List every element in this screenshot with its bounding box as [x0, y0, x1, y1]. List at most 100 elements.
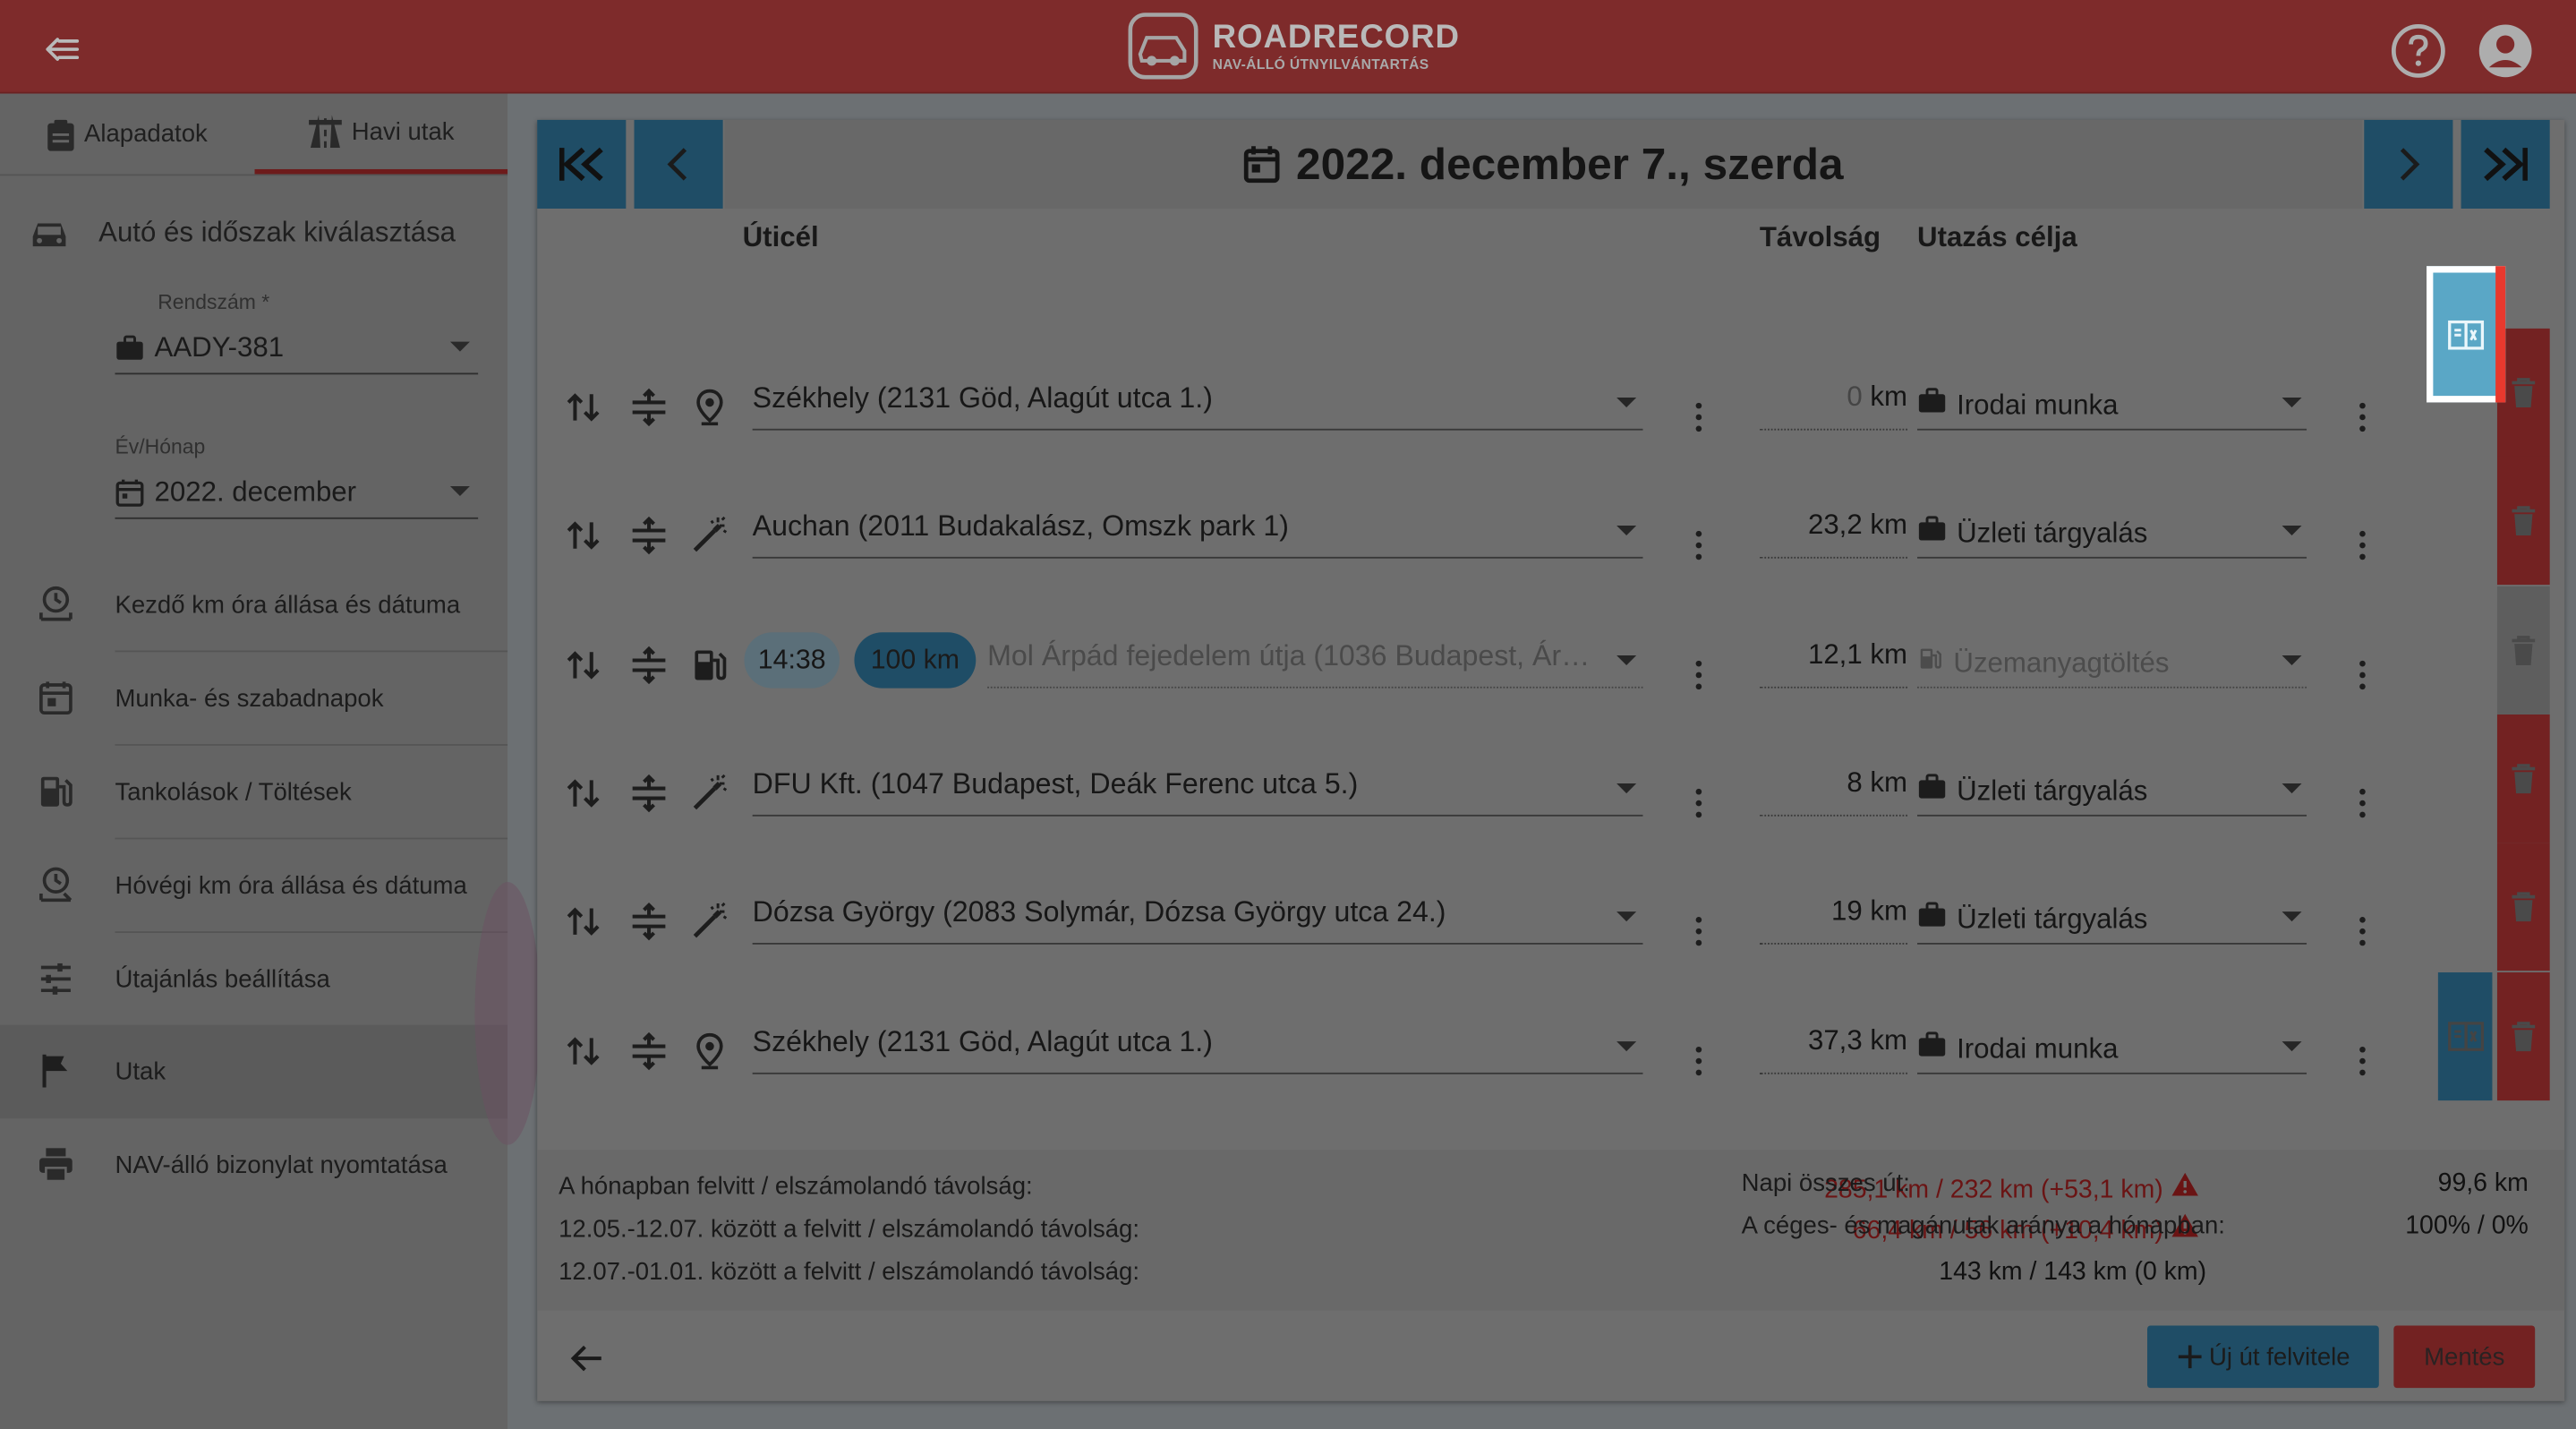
tab-havi-utak[interactable]: Havi utak [253, 94, 508, 175]
more-vert-icon[interactable] [1695, 402, 1702, 432]
destination-select[interactable]: DFU Kft. (1047 Budapest, Deák Ferenc utc… [752, 766, 1643, 817]
tune-icon [40, 963, 71, 995]
destination-select[interactable]: Dózsa György (2083 Solymár, Dózsa György… [752, 895, 1643, 945]
destination-value: DFU Kft. (1047 Budapest, Deák Ferenc utc… [752, 766, 1359, 800]
tab-alapadatok[interactable]: Alapadatok [0, 94, 254, 175]
delete-trip-button[interactable] [2496, 972, 2550, 1101]
sidebar-item-route-suggestion[interactable]: Útajánlás beállítása [0, 933, 508, 1027]
purpose-select[interactable]: Irodai munka [1917, 381, 2307, 431]
reorder-icon[interactable] [629, 516, 669, 555]
back-menu-icon[interactable] [39, 26, 85, 72]
purpose-select[interactable]: Irodai munka [1917, 1025, 2307, 1074]
main-content: 2022. december 7., szerda Úticél Távolsá… [474, 93, 2576, 1429]
chevron-down-icon [2282, 911, 2302, 922]
purpose-select[interactable]: Üzleti tárgyalás [1917, 895, 2307, 945]
distance-unit: km [1870, 638, 1908, 671]
distance-field[interactable]: 12,1 km [1759, 638, 1908, 689]
delete-trip-button[interactable] [2496, 456, 2550, 586]
reorder-icon[interactable] [629, 902, 669, 941]
sidebar-item-end-odometer[interactable]: Hóvégi km óra állása és dátuma [0, 839, 508, 933]
delete-trip-button[interactable] [2496, 843, 2550, 971]
sidebar-item-start-odometer[interactable]: Kezdő km óra állása és dátuma [0, 559, 508, 653]
more-vert-icon[interactable] [2359, 660, 2366, 690]
section-title[interactable]: Autó és időszak kiválasztása [0, 175, 508, 290]
chevron-down-icon [2282, 783, 2302, 794]
distance-unit: km [1870, 381, 1908, 413]
sidebar-item-trips[interactable]: Utak [0, 1024, 508, 1119]
fuel-icon [40, 776, 73, 807]
purpose-select[interactable]: Üzleti tárgyalás [1917, 509, 2307, 559]
daily-total-value: 99,6 km [2437, 1169, 2529, 1198]
save-button[interactable]: Mentés [2393, 1325, 2536, 1389]
destination-select[interactable]: Székhely (2131 Göd, Alagút utca 1.) [752, 1025, 1643, 1074]
help-icon[interactable] [2391, 23, 2446, 79]
distance-unit: km [1870, 1024, 1908, 1057]
purpose-select[interactable]: Üzemanyagtöltés [1917, 639, 2307, 689]
trash-icon [2512, 892, 2536, 922]
prev-day-button[interactable] [634, 119, 723, 209]
sidebar-item-workdays[interactable]: Munka- és szabadnapok [0, 652, 508, 746]
distance-value: 12,1 [1807, 638, 1863, 671]
account-icon[interactable] [2478, 23, 2533, 79]
last-day-button[interactable] [2461, 119, 2550, 209]
plus-icon [2178, 1345, 2201, 1369]
more-vert-icon[interactable] [2359, 1046, 2366, 1076]
delete-trip-button[interactable] [2496, 586, 2550, 715]
more-vert-icon[interactable] [1695, 788, 1702, 818]
distance-unit: km [1870, 766, 1908, 799]
distance-field[interactable]: 0 km [1759, 381, 1908, 431]
km-badge: 100 km [854, 632, 977, 689]
split-icon [2448, 319, 2485, 349]
destination-select[interactable]: Auchan (2011 Budakalász, Omszk park 1) [752, 509, 1643, 559]
more-vert-icon[interactable] [2359, 917, 2366, 946]
sidebar-tabs: Alapadatok Havi utak [0, 94, 508, 176]
more-vert-icon[interactable] [1695, 1046, 1702, 1076]
swap-icon[interactable] [564, 516, 603, 555]
more-vert-icon[interactable] [2359, 402, 2366, 432]
more-vert-icon[interactable] [1695, 917, 1702, 946]
app-logo[interactable]: ROADRECORD NAV-ÁLLÓ ÚTNYILVÁNTARTÁS [1127, 12, 1460, 81]
destination-value: Auchan (2011 Budakalász, Omszk park 1) [752, 509, 1289, 543]
more-vert-icon[interactable] [2359, 788, 2366, 818]
destination-select[interactable]: Székhely (2131 Göd, Alagút utca 1.) [752, 381, 1643, 431]
reorder-icon[interactable] [629, 388, 669, 427]
more-vert-icon[interactable] [2359, 530, 2366, 560]
delete-trip-button[interactable] [2496, 714, 2550, 843]
new-trip-button[interactable]: Új út felvitele [2146, 1325, 2379, 1389]
reorder-icon[interactable] [629, 646, 669, 685]
swap-icon[interactable] [564, 902, 603, 941]
plate-select[interactable]: Rendszám * AADY-381 [115, 291, 479, 375]
month-select[interactable]: Év/Hónap 2022. december [115, 435, 479, 519]
swap-icon[interactable] [564, 1031, 603, 1071]
odometer-icon [39, 867, 73, 903]
swap-icon[interactable] [564, 774, 603, 813]
date-header: 2022. december 7., szerda [724, 119, 2363, 209]
distance-field[interactable]: 8 km [1759, 766, 1908, 817]
split-trip-button[interactable] [2437, 972, 2493, 1101]
distance-field[interactable]: 19 km [1759, 895, 1908, 945]
split-trip-button-highlighted[interactable] [2427, 266, 2506, 403]
reorder-icon[interactable] [629, 774, 669, 813]
trip-row: DFU Kft. (1047 Budapest, Deák Ferenc utc… [537, 714, 2564, 856]
more-vert-icon[interactable] [1695, 660, 1702, 690]
sidebar-item-fuelings[interactable]: Tankolások / Töltések [0, 746, 508, 840]
card-footer: Új út felvitele Mentés [537, 1311, 2564, 1401]
distance-value: 23,2 [1807, 509, 1863, 541]
swap-icon[interactable] [564, 646, 603, 685]
destination-select[interactable]: Mol Árpád fejedelem útja (1036 Budapest,… [987, 639, 1643, 689]
distance-field[interactable]: 37,3 km [1759, 1024, 1908, 1074]
purpose-value: Üzleti tárgyalás [1957, 516, 2148, 548]
briefcase-icon [116, 335, 143, 360]
arrow-left-icon[interactable] [570, 1344, 603, 1373]
reorder-icon[interactable] [629, 1031, 669, 1071]
chevron-down-icon [2282, 655, 2302, 665]
purpose-select[interactable]: Üzleti tárgyalás [1917, 767, 2307, 817]
purpose-value: Irodai munka [1957, 388, 2119, 420]
swap-icon[interactable] [564, 388, 603, 427]
distance-value: 8 [1847, 766, 1863, 799]
next-day-button[interactable] [2364, 119, 2453, 209]
first-day-button[interactable] [537, 119, 627, 209]
more-vert-icon[interactable] [1695, 530, 1702, 560]
sidebar-item-print[interactable]: NAV-álló bizonylat nyomtatása [0, 1118, 508, 1212]
distance-field[interactable]: 23,2 km [1759, 509, 1908, 559]
